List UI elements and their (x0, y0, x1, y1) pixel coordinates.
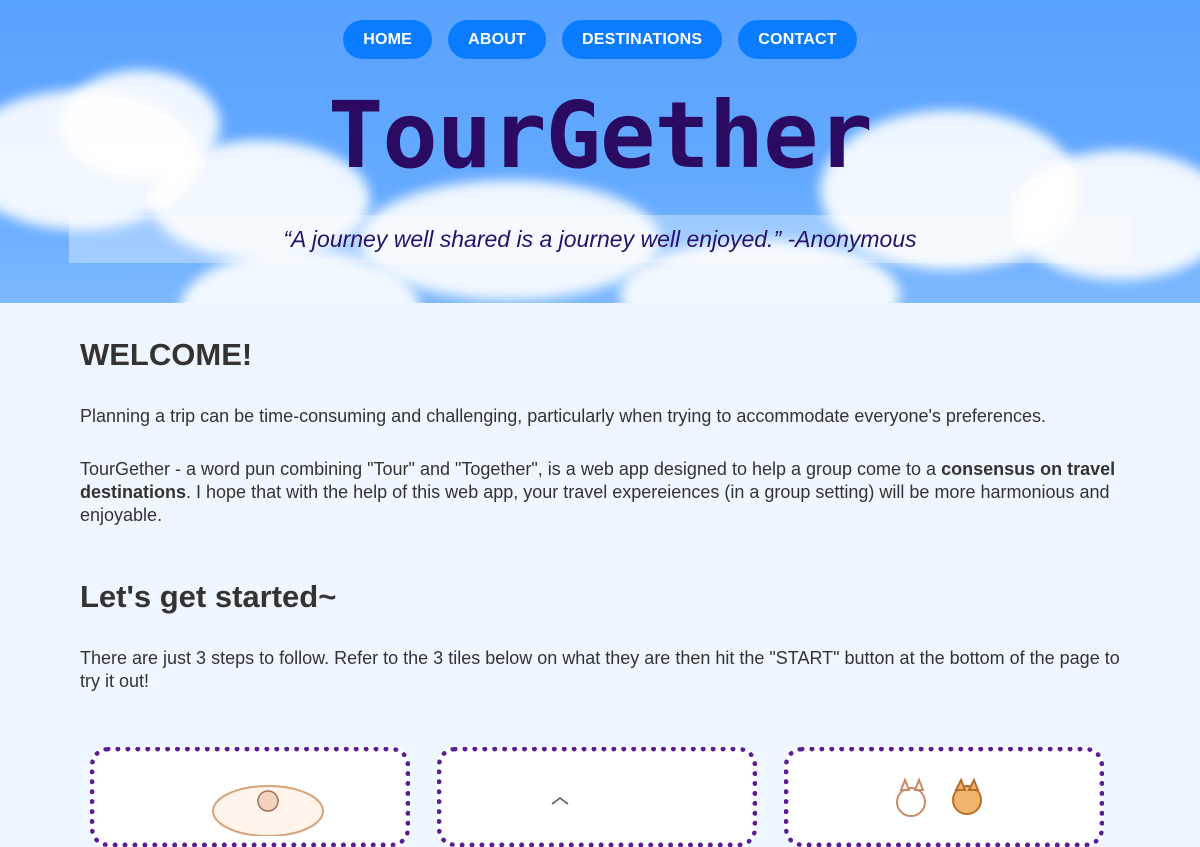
get-started-paragraph: There are just 3 steps to follow. Refer … (80, 648, 1120, 691)
welcome-paragraph-2-start: TourGether - a word pun combining "Tour"… (80, 459, 942, 479)
main-nav: HOME ABOUT DESTINATIONS CONTACT (0, 20, 1200, 59)
main-content: WELCOME! Planning a trip can be time-con… (0, 303, 1200, 693)
nav-contact-button[interactable]: CONTACT (738, 20, 857, 59)
welcome-paragraph-1: Planning a trip can be time-consuming an… (80, 406, 1046, 426)
site-title: TourGether (328, 82, 873, 189)
hero-quote: “A journey well shared is a journey well… (69, 215, 1131, 263)
step-tile-2 (437, 747, 757, 847)
nav-about-button[interactable]: ABOUT (448, 20, 546, 59)
cats-illustration (896, 777, 982, 817)
step-tile-3 (784, 747, 1104, 847)
sheep-cloud-illustration (212, 785, 324, 836)
welcome-paragraph-2: TourGether - a word pun combining "Tour"… (80, 458, 1120, 527)
hero-banner: HOME ABOUT DESTINATIONS CONTACT TourGether … (0, 0, 1200, 303)
tile-illustration (551, 797, 569, 805)
welcome-paragraph-2-end: . I hope that with the help of this web … (80, 482, 1110, 525)
get-started-heading: Let's get started~ (80, 579, 337, 614)
nav-home-button[interactable]: HOME (343, 20, 433, 59)
nav-destinations-button[interactable]: DESTINATIONS (561, 20, 723, 59)
step-tile-1 (90, 747, 410, 847)
welcome-heading: WELCOME! (80, 337, 253, 372)
